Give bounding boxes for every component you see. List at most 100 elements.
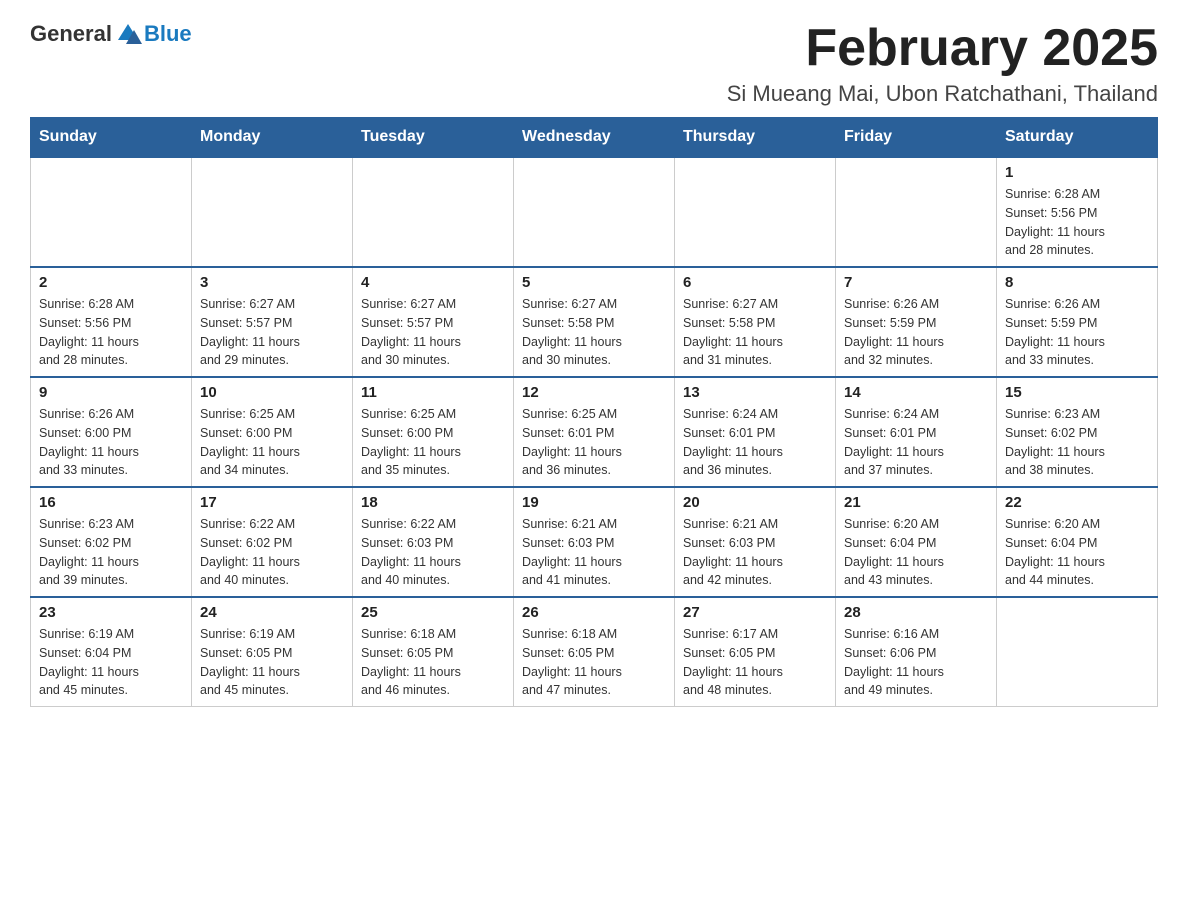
day-info: Sunrise: 6:27 AMSunset: 5:57 PMDaylight:… [361, 295, 505, 370]
calendar-cell: 26 Sunrise: 6:18 AMSunset: 6:05 PMDayligh… [514, 597, 675, 707]
col-sunday: Sunday [31, 118, 192, 158]
logo: General Blue [30, 20, 192, 48]
day-number: 4 [361, 274, 505, 291]
calendar-cell: 16Sunrise: 6:23 AMSunset: 6:02 PMDayligh… [31, 487, 192, 597]
calendar-cell: 19 Sunrise: 6:21 AMSunset: 6:03 PMDayligh… [514, 487, 675, 597]
calendar-cell: 22 Sunrise: 6:20 AMSunset: 6:04 PMDayligh… [997, 487, 1158, 597]
day-info: Sunrise: 6:22 AMSunset: 6:02 PMDaylight:… [200, 515, 344, 590]
calendar-cell [997, 597, 1158, 707]
week-row-3: 9 Sunrise: 6:26 AMSunset: 6:00 PMDaylight… [31, 377, 1158, 487]
day-info: Sunrise: 6:18 AMSunset: 6:05 PMDaylight:… [522, 625, 666, 700]
day-number: 12 [522, 384, 666, 401]
col-monday: Monday [192, 118, 353, 158]
day-info: Sunrise: 6:27 AMSunset: 5:58 PMDaylight:… [522, 295, 666, 370]
calendar-title: February 2025 [727, 20, 1158, 77]
page-header: General Blue February 2025 Si Mueang Mai… [30, 20, 1158, 107]
day-info: Sunrise: 6:20 AMSunset: 6:04 PMDaylight:… [844, 515, 988, 590]
calendar-cell: 25 Sunrise: 6:18 AMSunset: 6:05 PMDayligh… [353, 597, 514, 707]
day-number: 10 [200, 384, 344, 401]
day-info: Sunrise: 6:28 AMSunset: 5:56 PMDaylight:… [1005, 185, 1149, 260]
day-info: Sunrise: 6:25 AMSunset: 6:00 PMDaylight:… [361, 405, 505, 480]
day-info: Sunrise: 6:23 AMSunset: 6:02 PMDaylight:… [39, 515, 183, 590]
calendar-cell: 7 Sunrise: 6:26 AMSunset: 5:59 PMDaylight… [836, 267, 997, 377]
calendar-cell: 9 Sunrise: 6:26 AMSunset: 6:00 PMDaylight… [31, 377, 192, 487]
day-number: 26 [522, 604, 666, 621]
calendar-cell: 12 Sunrise: 6:25 AMSunset: 6:01 PMDayligh… [514, 377, 675, 487]
col-tuesday: Tuesday [353, 118, 514, 158]
logo-icon [114, 20, 142, 48]
day-info: Sunrise: 6:17 AMSunset: 6:05 PMDaylight:… [683, 625, 827, 700]
day-number: 3 [200, 274, 344, 291]
week-row-2: 2Sunrise: 6:28 AMSunset: 5:56 PMDaylight… [31, 267, 1158, 377]
day-number: 23 [39, 604, 183, 621]
day-number: 22 [1005, 494, 1149, 511]
day-number: 6 [683, 274, 827, 291]
day-info: Sunrise: 6:18 AMSunset: 6:05 PMDaylight:… [361, 625, 505, 700]
logo-text-general: General [30, 21, 112, 47]
day-info: Sunrise: 6:24 AMSunset: 6:01 PMDaylight:… [844, 405, 988, 480]
day-info: Sunrise: 6:24 AMSunset: 6:01 PMDaylight:… [683, 405, 827, 480]
calendar-cell: 20 Sunrise: 6:21 AMSunset: 6:03 PMDayligh… [675, 487, 836, 597]
calendar-cell: 23 Sunrise: 6:19 AMSunset: 6:04 PMDayligh… [31, 597, 192, 707]
day-info: Sunrise: 6:28 AMSunset: 5:56 PMDaylight:… [39, 295, 183, 370]
day-info: Sunrise: 6:26 AMSunset: 5:59 PMDaylight:… [1005, 295, 1149, 370]
calendar-cell: 3 Sunrise: 6:27 AMSunset: 5:57 PMDaylight… [192, 267, 353, 377]
day-info: Sunrise: 6:25 AMSunset: 6:00 PMDaylight:… [200, 405, 344, 480]
day-info: Sunrise: 6:19 AMSunset: 6:05 PMDaylight:… [200, 625, 344, 700]
calendar-cell: 4 Sunrise: 6:27 AMSunset: 5:57 PMDaylight… [353, 267, 514, 377]
day-number: 17 [200, 494, 344, 511]
day-number: 28 [844, 604, 988, 621]
day-info: Sunrise: 6:21 AMSunset: 6:03 PMDaylight:… [683, 515, 827, 590]
day-number: 7 [844, 274, 988, 291]
calendar-cell: 11 Sunrise: 6:25 AMSunset: 6:00 PMDayligh… [353, 377, 514, 487]
calendar-cell [514, 157, 675, 267]
calendar-cell: 8Sunrise: 6:26 AMSunset: 5:59 PMDaylight… [997, 267, 1158, 377]
day-number: 9 [39, 384, 183, 401]
logo-text-blue: Blue [144, 21, 192, 47]
week-row-5: 23 Sunrise: 6:19 AMSunset: 6:04 PMDayligh… [31, 597, 1158, 707]
day-number: 27 [683, 604, 827, 621]
col-saturday: Saturday [997, 118, 1158, 158]
col-wednesday: Wednesday [514, 118, 675, 158]
col-thursday: Thursday [675, 118, 836, 158]
calendar-cell [353, 157, 514, 267]
day-info: Sunrise: 6:27 AMSunset: 5:57 PMDaylight:… [200, 295, 344, 370]
day-number: 1 [1005, 164, 1149, 181]
day-info: Sunrise: 6:26 AMSunset: 5:59 PMDaylight:… [844, 295, 988, 370]
day-number: 18 [361, 494, 505, 511]
day-info: Sunrise: 6:27 AMSunset: 5:58 PMDaylight:… [683, 295, 827, 370]
day-number: 24 [200, 604, 344, 621]
day-info: Sunrise: 6:25 AMSunset: 6:01 PMDaylight:… [522, 405, 666, 480]
day-number: 13 [683, 384, 827, 401]
calendar-cell: 24 Sunrise: 6:19 AMSunset: 6:05 PMDayligh… [192, 597, 353, 707]
day-number: 21 [844, 494, 988, 511]
day-info: Sunrise: 6:19 AMSunset: 6:04 PMDaylight:… [39, 625, 183, 700]
day-number: 20 [683, 494, 827, 511]
day-info: Sunrise: 6:20 AMSunset: 6:04 PMDaylight:… [1005, 515, 1149, 590]
calendar-cell: 18 Sunrise: 6:22 AMSunset: 6:03 PMDayligh… [353, 487, 514, 597]
day-info: Sunrise: 6:26 AMSunset: 6:00 PMDaylight:… [39, 405, 183, 480]
calendar-cell [675, 157, 836, 267]
calendar-cell: 27 Sunrise: 6:17 AMSunset: 6:05 PMDayligh… [675, 597, 836, 707]
day-number: 25 [361, 604, 505, 621]
calendar-header-row: Sunday Monday Tuesday Wednesday Thursday… [31, 118, 1158, 158]
calendar-cell: 13 Sunrise: 6:24 AMSunset: 6:01 PMDayligh… [675, 377, 836, 487]
calendar-cell [31, 157, 192, 267]
calendar-cell: 10 Sunrise: 6:25 AMSunset: 6:00 PMDayligh… [192, 377, 353, 487]
day-number: 19 [522, 494, 666, 511]
calendar-cell: 2Sunrise: 6:28 AMSunset: 5:56 PMDaylight… [31, 267, 192, 377]
day-info: Sunrise: 6:21 AMSunset: 6:03 PMDaylight:… [522, 515, 666, 590]
calendar-table: Sunday Monday Tuesday Wednesday Thursday… [30, 117, 1158, 707]
day-info: Sunrise: 6:22 AMSunset: 6:03 PMDaylight:… [361, 515, 505, 590]
calendar-cell: 6 Sunrise: 6:27 AMSunset: 5:58 PMDaylight… [675, 267, 836, 377]
calendar-cell: 15Sunrise: 6:23 AMSunset: 6:02 PMDayligh… [997, 377, 1158, 487]
day-number: 5 [522, 274, 666, 291]
calendar-cell [836, 157, 997, 267]
calendar-cell [192, 157, 353, 267]
calendar-cell: 28 Sunrise: 6:16 AMSunset: 6:06 PMDayligh… [836, 597, 997, 707]
day-info: Sunrise: 6:16 AMSunset: 6:06 PMDaylight:… [844, 625, 988, 700]
day-number: 14 [844, 384, 988, 401]
day-number: 11 [361, 384, 505, 401]
day-info: Sunrise: 6:23 AMSunset: 6:02 PMDaylight:… [1005, 405, 1149, 480]
calendar-subtitle: Si Mueang Mai, Ubon Ratchathani, Thailan… [727, 81, 1158, 107]
